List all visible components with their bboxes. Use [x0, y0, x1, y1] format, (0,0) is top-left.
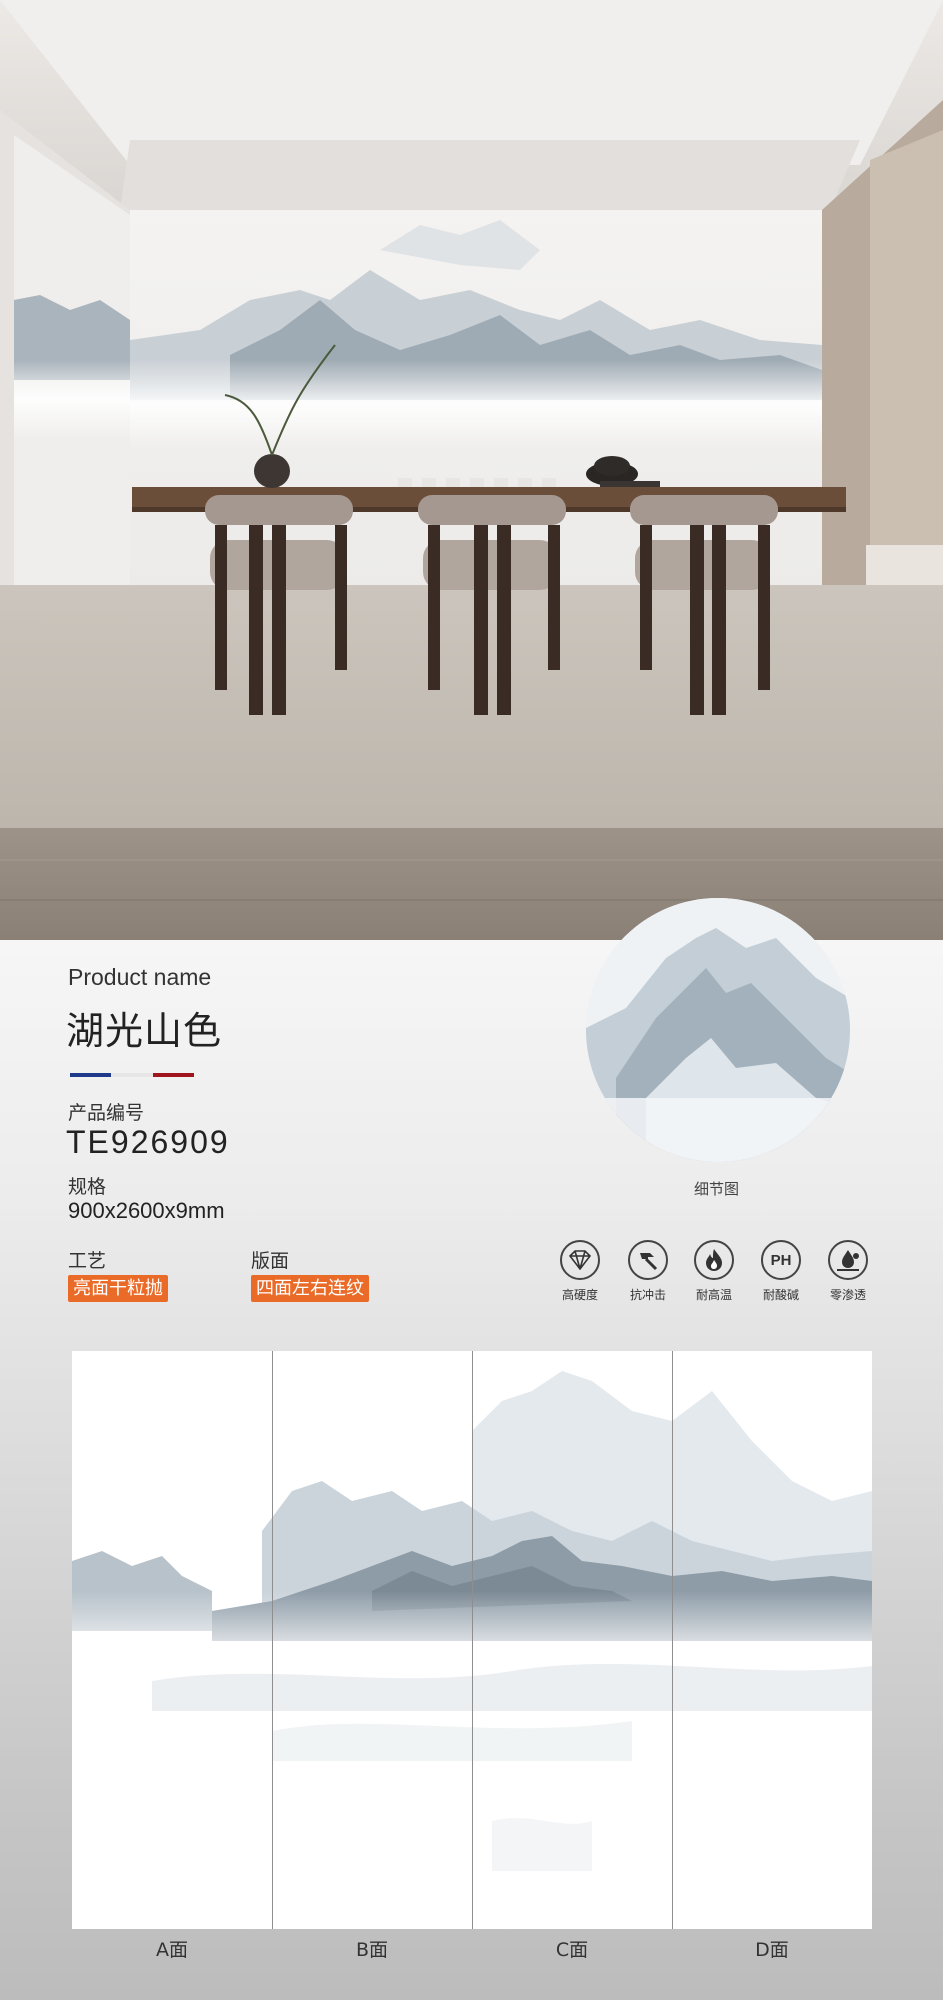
ph-glyph: PH — [770, 1251, 792, 1269]
flag-white-stripe — [111, 1073, 153, 1077]
face-tag: 四面左右连纹 — [251, 1275, 369, 1302]
feature-label: 耐高温 — [695, 1288, 732, 1302]
feature-water: 零渗透 — [818, 1240, 878, 1303]
flag-red-stripe — [152, 1073, 194, 1077]
product-name: 湖光山色 — [66, 1009, 223, 1053]
ph-icon: PH — [761, 1240, 801, 1280]
hero-room-image — [0, 0, 943, 940]
panel-divider — [272, 1351, 273, 1929]
panel-divider — [672, 1351, 673, 1929]
feature-heat: 耐高温 — [684, 1240, 744, 1303]
feature-label: 抗冲击 — [629, 1288, 666, 1302]
feature-label: 零渗透 — [829, 1288, 866, 1302]
face-label: 版面 — [251, 1250, 290, 1272]
panel-label-c: C面 — [555, 1939, 589, 1961]
water-drop-icon — [828, 1240, 868, 1280]
panel-label-d: D面 — [755, 1939, 789, 1961]
feature-label: 高硬度 — [561, 1288, 598, 1302]
spec-label: 规格 — [68, 1176, 107, 1198]
panel-divider — [472, 1351, 473, 1929]
panel-label-a: A面 — [156, 1939, 188, 1961]
product-code-label: 产品编号 — [68, 1102, 145, 1124]
flame-icon — [694, 1240, 734, 1280]
spec-value: 900x2600x9mm — [68, 1198, 225, 1223]
feature-hardness: 高硬度 — [550, 1240, 610, 1303]
panel-artwork — [72, 1351, 872, 1929]
detail-image — [586, 898, 850, 1162]
hammer-icon — [628, 1240, 668, 1280]
craft-tag: 亮面干粒抛 — [68, 1275, 168, 1302]
diamond-icon — [560, 1240, 600, 1280]
detail-label: 细节图 — [694, 1180, 740, 1198]
craft-label: 工艺 — [68, 1250, 107, 1272]
product-code: TE926909 — [66, 1124, 230, 1160]
tricolor-divider — [70, 1073, 194, 1077]
product-name-label: Product name — [68, 964, 212, 990]
feature-label: 耐酸碱 — [762, 1288, 799, 1302]
feature-impact: 抗冲击 — [618, 1240, 678, 1303]
panel-label-b: B面 — [355, 1939, 389, 1961]
flag-blue-stripe — [70, 1073, 112, 1077]
feature-acid: PH 耐酸碱 — [751, 1240, 811, 1303]
